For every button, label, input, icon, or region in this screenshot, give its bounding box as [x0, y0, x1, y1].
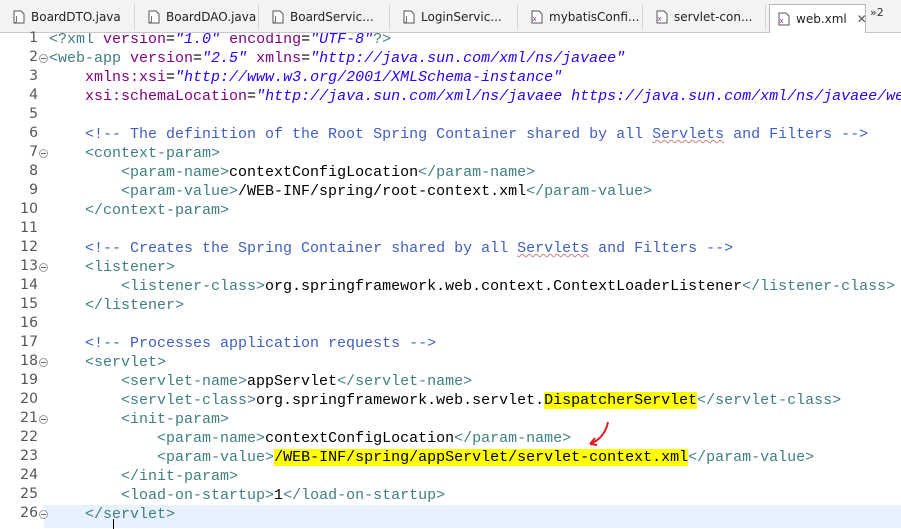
line-number: 25	[20, 486, 38, 502]
tab-label: LoginServic...	[421, 10, 502, 24]
tab-overflow-button[interactable]: »2	[870, 6, 884, 19]
tab-label: BoardServic...	[290, 10, 374, 24]
line-number: 12	[20, 239, 38, 255]
code-editor[interactable]: 1 2 3 4 5 6 7 8 9 10 11 12 13 14 15 16 1…	[0, 30, 901, 529]
java-file-icon: J	[13, 10, 25, 24]
code-line-9: <param-value>/WEB-INF/spring/root-contex…	[121, 183, 653, 200]
line-number: 24	[20, 467, 38, 483]
tab-boarddto-java[interactable]: J BoardDTO.java	[0, 4, 135, 30]
line-number: 7	[29, 144, 38, 160]
line-number: 5	[29, 106, 38, 122]
line-number: 6	[29, 125, 38, 141]
xml-file-icon: x	[656, 10, 668, 24]
code-line-4: xsi:schemaLocation="http://java.sun.com/…	[85, 88, 901, 105]
code-area[interactable]: <?xml version="1.0" encoding="UTF-8"?> <…	[49, 33, 901, 528]
svg-text:J: J	[274, 15, 277, 23]
fold-toggle-icon[interactable]	[39, 54, 48, 63]
tab-mybatisconfig[interactable]: x mybatisConfi...	[518, 4, 643, 30]
line-number: 26	[20, 505, 38, 521]
code-line-13: <listener>	[85, 259, 176, 276]
line-number: 9	[29, 182, 38, 198]
line-number: 1	[29, 30, 38, 46]
tab-label: BoardDAO.java	[166, 10, 257, 24]
line-number: 4	[29, 87, 38, 103]
line-number: 18	[20, 353, 38, 369]
code-line-24: </init-param>	[121, 468, 239, 485]
fold-toggle-icon[interactable]	[39, 415, 48, 424]
svg-text:x: x	[533, 15, 537, 23]
java-file-icon: J	[148, 10, 160, 24]
code-line-12: <!-- Creates the Spring Container shared…	[85, 240, 734, 257]
code-line-19: <servlet-name>appServlet</servlet-name>	[121, 373, 473, 390]
line-number: 15	[20, 296, 38, 312]
code-line-17: <!-- Processes application requests -->	[85, 335, 437, 352]
fold-toggle-icon[interactable]	[39, 149, 48, 158]
code-line-3: xmlns:xsi="http://www.w3.org/2001/XMLSch…	[85, 69, 563, 86]
line-number: 21	[20, 410, 38, 426]
tab-label: servlet-con...	[674, 10, 753, 24]
code-line-2: <web-app version="2.5" xmlns="http://jav…	[49, 50, 626, 67]
highlighted-text: /WEB-INF/spring/appServlet/servlet-conte…	[274, 449, 689, 466]
svg-text:J: J	[15, 15, 18, 23]
tab-label: web.xml	[796, 12, 847, 26]
tab-label: BoardDTO.java	[31, 10, 121, 24]
line-number: 11	[20, 220, 38, 236]
red-arrow-annotation	[589, 421, 609, 446]
line-number: 2	[29, 49, 38, 65]
tab-servlet-context[interactable]: x servlet-con...	[643, 4, 766, 30]
xml-file-icon: x	[531, 10, 543, 24]
code-line-23: <param-value>/WEB-INF/spring/appServlet/…	[157, 449, 815, 466]
line-number: 3	[29, 68, 38, 84]
xml-file-icon: x	[778, 12, 790, 26]
line-number-gutter: 1 2 3 4 5 6 7 8 9 10 11 12 13 14 15 16 1…	[0, 30, 48, 528]
line-number: 22	[20, 429, 38, 445]
svg-text:x: x	[780, 17, 784, 25]
line-number: 20	[20, 391, 38, 407]
code-line-6: <!-- The definition of the Root Spring C…	[85, 126, 869, 143]
line-number: 16	[20, 315, 38, 331]
svg-text:J: J	[150, 15, 153, 23]
line-number: 14	[20, 277, 38, 293]
code-line-10: </context-param>	[85, 202, 230, 219]
line-number: 8	[29, 163, 38, 179]
tab-boardservice[interactable]: J BoardServic...	[259, 4, 390, 30]
line-number: 10	[20, 201, 38, 217]
tab-boarddao-java[interactable]: J BoardDAO.java	[135, 4, 259, 30]
code-line-22: <param-name>contextConfigLocation</param…	[157, 430, 572, 447]
fold-toggle-icon[interactable]	[39, 510, 48, 519]
code-line-7: <context-param>	[85, 145, 221, 162]
line-number: 23	[20, 448, 38, 464]
fold-toggle-icon[interactable]	[39, 358, 48, 367]
line-number: 17	[20, 334, 38, 350]
line-number: 19	[20, 372, 38, 388]
code-line-20: <servlet-class>org.springframework.web.s…	[121, 392, 842, 409]
tab-web-xml[interactable]: x web.xml ✕	[769, 4, 866, 33]
svg-text:J: J	[405, 15, 408, 23]
code-line-21: <init-param>	[121, 411, 230, 428]
line-number: 13	[20, 258, 38, 274]
code-line-14: <listener-class>org.springframework.web.…	[121, 278, 896, 295]
code-line-15: </listener>	[85, 297, 185, 314]
code-line-8: <param-name>contextConfigLocation</param…	[121, 164, 536, 181]
fold-toggle-icon[interactable]	[39, 263, 48, 272]
code-line-18: <servlet>	[85, 354, 167, 371]
svg-text:x: x	[658, 15, 662, 23]
tab-label: mybatisConfi...	[549, 10, 640, 24]
java-file-icon: J	[272, 10, 284, 24]
code-line-1: <?xml version="1.0" encoding="UTF-8"?>	[49, 33, 392, 48]
java-file-icon: J	[403, 10, 415, 24]
close-icon[interactable]: ✕	[857, 12, 865, 26]
editor-tab-bar: J BoardDTO.java J BoardDAO.java J BoardS…	[0, 0, 901, 33]
highlighted-text: DispatcherServlet	[544, 392, 698, 409]
code-line-25: <load-on-startup>1</load-on-startup>	[121, 487, 446, 504]
tab-loginservice[interactable]: J LoginServic...	[390, 4, 518, 30]
